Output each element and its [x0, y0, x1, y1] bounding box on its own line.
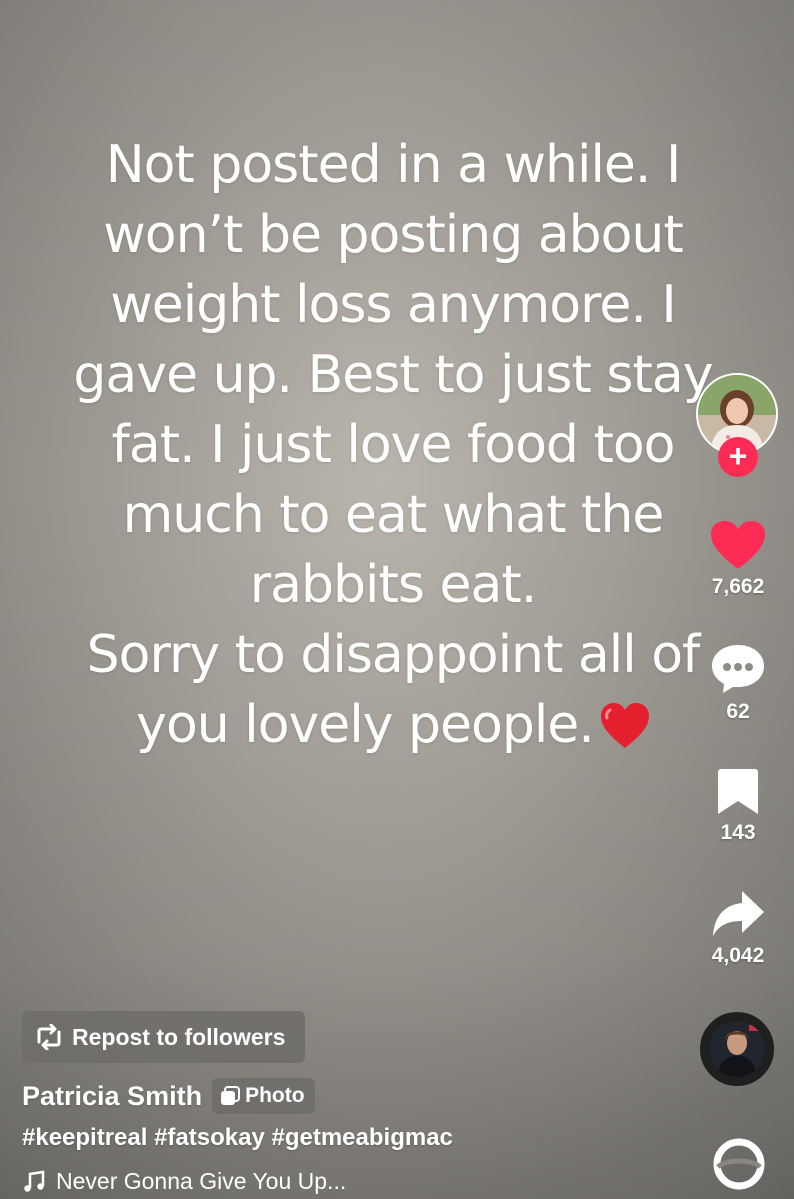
- author-row: Patricia Smith Photo: [22, 1078, 315, 1114]
- post-text-line: fat. I just love food too: [111, 415, 676, 475]
- comment-count: 62: [726, 700, 750, 723]
- music-row[interactable]: Never Gonna Give You Up...: [22, 1168, 346, 1195]
- bookmark-icon: [718, 769, 758, 814]
- like-count: 7,662: [711, 575, 765, 598]
- comment-icon: [712, 645, 764, 693]
- like-button[interactable]: 7,662: [700, 519, 776, 599]
- author-name[interactable]: Patricia Smith: [22, 1081, 202, 1112]
- post-text: Not posted in a while. I won’t be postin…: [58, 130, 728, 760]
- post-text-line: gave up. Best to just stay: [73, 345, 713, 405]
- music-note-icon: [24, 1170, 45, 1192]
- photo-icon: [221, 1086, 241, 1105]
- hashtags[interactable]: #keepitreal #fatsokay #getmeabigmac: [22, 1124, 453, 1152]
- music-title: Never Gonna Give You Up...: [56, 1168, 347, 1194]
- post-text-line: Not posted in a while. I: [105, 135, 682, 195]
- ring-icon[interactable]: [712, 1137, 766, 1191]
- post-text-line: won’t be posting about: [103, 205, 684, 265]
- post-text-line: Sorry to disappoint all of: [86, 625, 701, 685]
- follow-button[interactable]: +: [718, 437, 758, 477]
- post-text-line: rabbits eat.: [249, 555, 538, 615]
- music-disc[interactable]: [700, 1012, 774, 1086]
- heart-icon: [711, 521, 765, 569]
- comment-button[interactable]: 62: [700, 642, 776, 724]
- share-count: 4,042: [711, 944, 765, 967]
- share-button[interactable]: 4,042: [700, 888, 776, 968]
- post-text-line-last: you lovely people.: [58, 690, 728, 760]
- photo-badge-label: Photo: [245, 1084, 305, 1107]
- album-art: [709, 1021, 765, 1077]
- red-heart-emoji-icon: [600, 703, 649, 748]
- repost-button[interactable]: Repost to followers: [22, 1011, 305, 1063]
- post-text-line: weight loss anymore. I: [110, 275, 677, 335]
- bookmark-count: 143: [720, 821, 756, 844]
- post-text-line: much to eat what the: [122, 485, 665, 545]
- repost-icon: [37, 1024, 61, 1050]
- photo-badge: Photo: [212, 1078, 315, 1114]
- post-text-line: you lovely people.: [136, 695, 595, 755]
- share-icon: [713, 891, 764, 936]
- repost-label: Repost to followers: [72, 1023, 286, 1050]
- bookmark-button[interactable]: 143: [700, 767, 776, 845]
